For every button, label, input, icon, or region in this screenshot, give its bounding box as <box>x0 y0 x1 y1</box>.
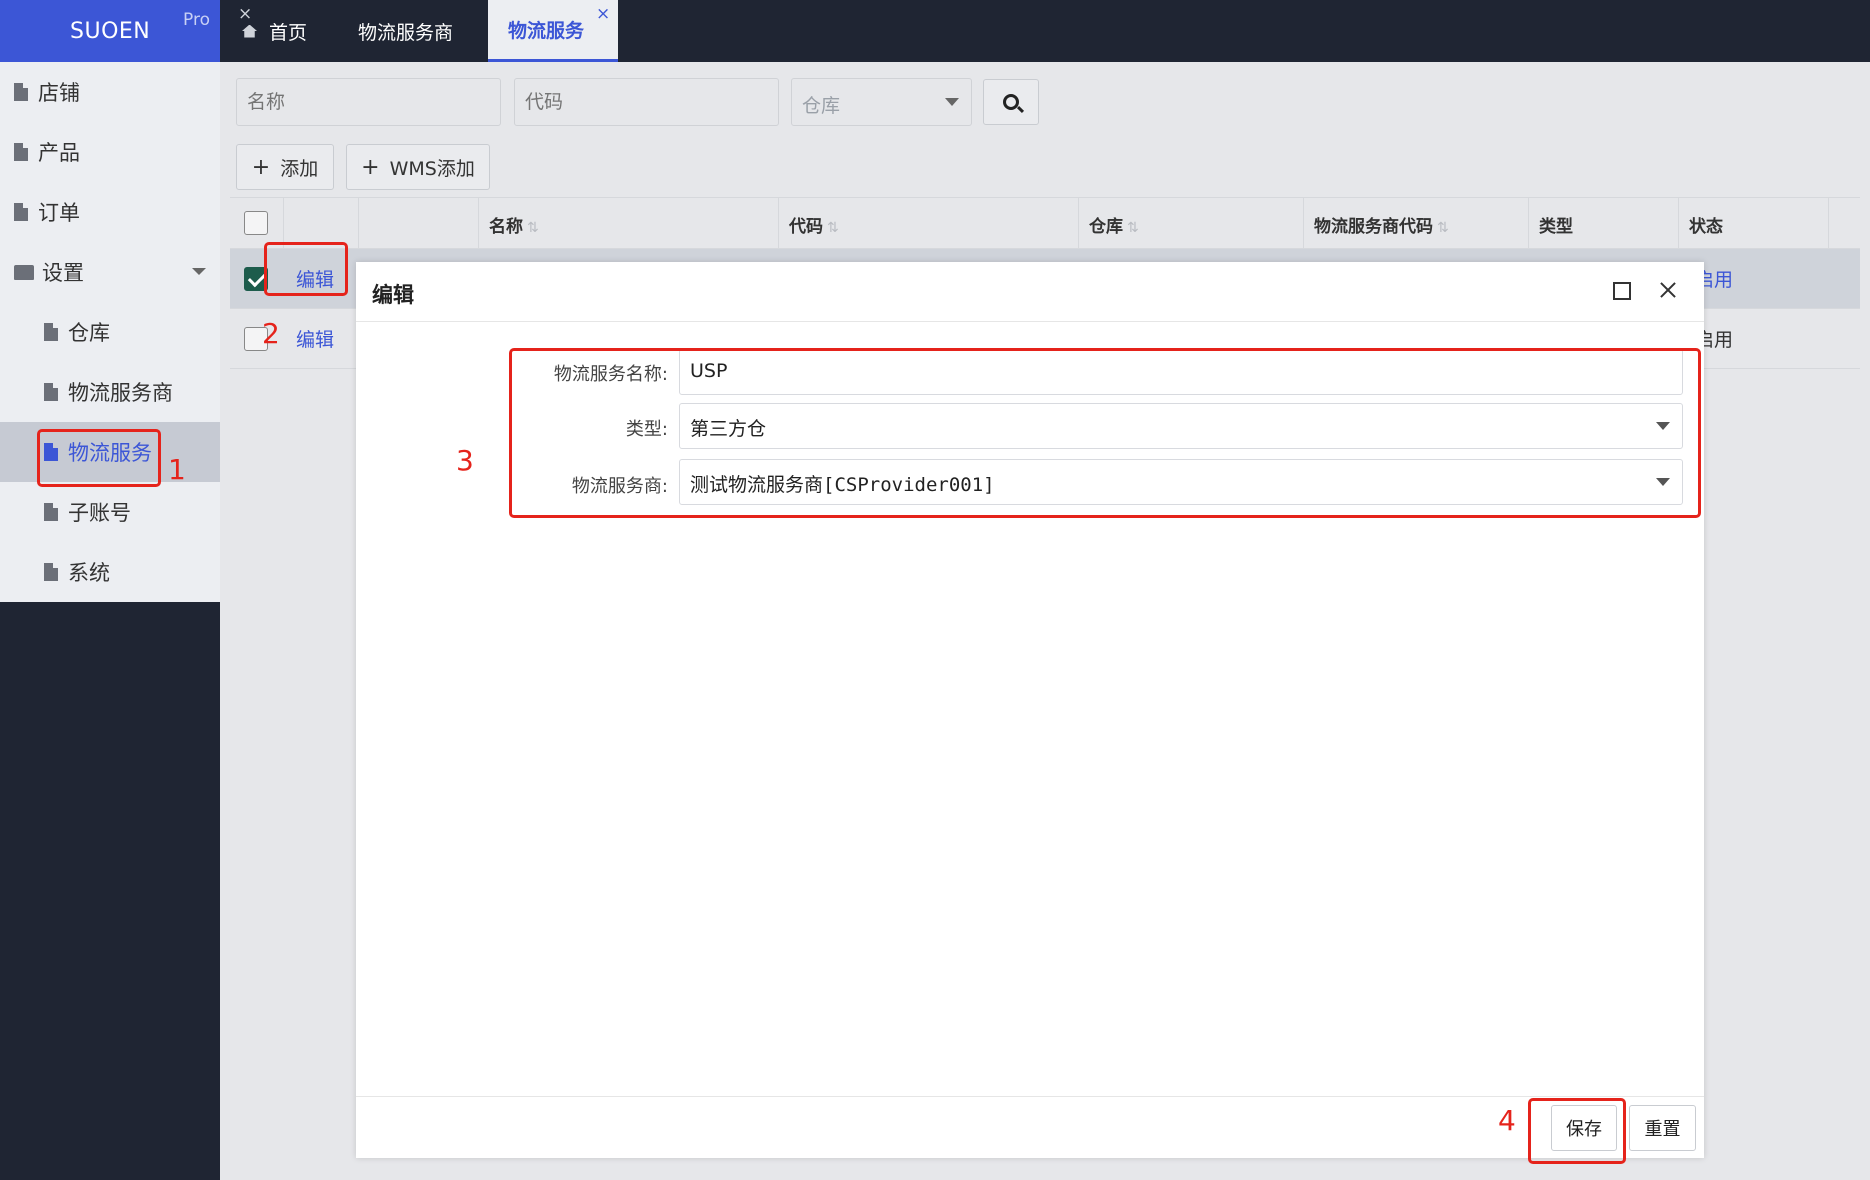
maximize-icon[interactable] <box>1613 282 1631 300</box>
sidebar-menu: 店铺 产品 订单 设置 仓库 物流服务商 物流服务 子账号 系统 <box>0 62 220 602</box>
sort-icon: ⇅ <box>1437 220 1449 236</box>
sidebar-item-label: 产品 <box>38 141 80 165</box>
annotation-number-1: 1 <box>168 453 186 486</box>
pro-badge: Pro <box>183 10 210 30</box>
annotation-box-4 <box>1528 1098 1626 1164</box>
header-code[interactable]: 代码 ⇅ <box>779 198 1079 249</box>
header-label: 物流服务商代码 <box>1314 217 1433 237</box>
tab-bar: 首页 物流服务商 × 物流服务 × <box>220 0 1870 62</box>
annotation-box-1 <box>37 429 161 487</box>
add-button[interactable]: + 添加 <box>236 144 334 190</box>
header-label: 类型 <box>1539 217 1573 237</box>
header-name[interactable]: 名称 ⇅ <box>479 198 779 249</box>
sidebar-item-shop[interactable]: 店铺 <box>0 62 220 122</box>
plus-icon: + <box>361 154 380 180</box>
sort-icon: ⇅ <box>1127 220 1139 236</box>
sidebar-item-label: 系统 <box>68 561 110 585</box>
brand-logo: SUOEN <box>70 19 151 44</box>
sidebar-item-label: 设置 <box>42 261 84 285</box>
sort-icon: ⇅ <box>827 220 839 236</box>
name-filter-input[interactable] <box>236 78 501 126</box>
close-icon[interactable]: × <box>596 4 610 24</box>
warehouse-filter-select[interactable]: 仓库 <box>791 78 972 126</box>
file-icon <box>44 503 58 521</box>
select-all-checkbox[interactable] <box>244 211 268 235</box>
file-icon <box>14 143 28 161</box>
sidebar-item-product[interactable]: 产品 <box>0 122 220 182</box>
header-blank-cell <box>359 198 479 249</box>
chevron-down-icon <box>192 268 206 275</box>
table-header: 名称 ⇅ 代码 ⇅ 仓库 ⇅ 物流服务商代码 ⇅ 类型 状态 <box>230 197 1860 249</box>
sidebar-item-system[interactable]: 系统 <box>0 542 220 602</box>
file-icon <box>44 383 58 401</box>
home-icon <box>242 24 257 38</box>
code-filter-input[interactable] <box>514 78 779 126</box>
sidebar-item-warehouse[interactable]: 仓库 <box>0 302 220 362</box>
header-warehouse[interactable]: 仓库 ⇅ <box>1079 198 1304 249</box>
annotation-number-3: 3 <box>456 444 474 477</box>
chevron-down-icon <box>945 98 959 106</box>
close-icon[interactable]: × <box>238 4 252 24</box>
header-type: 类型 <box>1529 198 1679 249</box>
wms-add-button[interactable]: + WMS添加 <box>346 144 490 190</box>
file-icon <box>14 83 28 101</box>
plus-icon: + <box>251 154 271 180</box>
edit-link[interactable]: 编辑 <box>296 325 334 352</box>
annotation-box-2 <box>264 242 348 296</box>
sidebar-item-label: 订单 <box>38 201 80 225</box>
file-icon <box>44 563 58 581</box>
sidebar-item-label: 仓库 <box>68 321 110 345</box>
wms-add-button-label: WMS添加 <box>389 157 475 180</box>
sidebar: SUOEN Pro 店铺 产品 订单 设置 仓库 物流服务商 物流服务 子账号 … <box>0 0 220 1180</box>
header-label: 代码 <box>789 217 823 237</box>
annotation-box-3 <box>509 348 1701 518</box>
file-icon <box>14 203 28 221</box>
header-status: 状态 <box>1679 198 1829 249</box>
tab-label: 物流服务商 <box>358 21 454 44</box>
dialog-title: 编辑 <box>372 283 414 307</box>
header-label: 名称 <box>489 217 523 237</box>
add-button-label: 添加 <box>280 157 319 180</box>
annotation-number-2: 2 <box>262 317 280 350</box>
sidebar-item-settings[interactable]: 设置 <box>0 242 220 302</box>
sidebar-item-sub-account[interactable]: 子账号 <box>0 482 220 542</box>
search-icon <box>1003 94 1019 110</box>
close-icon[interactable] <box>1656 278 1680 302</box>
sidebar-item-logistics-provider[interactable]: 物流服务商 <box>0 362 220 422</box>
dialog-header: 编辑 <box>356 262 1704 322</box>
reset-button[interactable]: 重置 <box>1629 1105 1696 1151</box>
header-label: 仓库 <box>1089 217 1123 237</box>
sort-icon: ⇅ <box>527 220 539 236</box>
tab-label: 物流服务 <box>508 20 585 42</box>
brand-header: SUOEN Pro <box>0 0 220 62</box>
tab-logistics-service[interactable]: 物流服务 × <box>488 0 618 62</box>
sidebar-item-label: 物流服务商 <box>68 381 173 405</box>
tab-label: 首页 <box>269 21 308 44</box>
warehouse-filter-placeholder: 仓库 <box>802 95 841 117</box>
header-provider-code[interactable]: 物流服务商代码 ⇅ <box>1304 198 1529 249</box>
tab-logistics-provider[interactable]: 物流服务商 × <box>238 0 488 62</box>
sidebar-item-label: 店铺 <box>38 81 80 105</box>
tab-home[interactable]: 首页 <box>242 0 332 62</box>
folder-open-icon <box>14 264 34 280</box>
search-button[interactable] <box>983 79 1039 125</box>
annotation-number-4: 4 <box>1498 1104 1516 1137</box>
header-label: 状态 <box>1689 217 1723 237</box>
sidebar-item-order[interactable]: 订单 <box>0 182 220 242</box>
file-icon <box>44 323 58 341</box>
sidebar-item-label: 子账号 <box>68 501 131 525</box>
